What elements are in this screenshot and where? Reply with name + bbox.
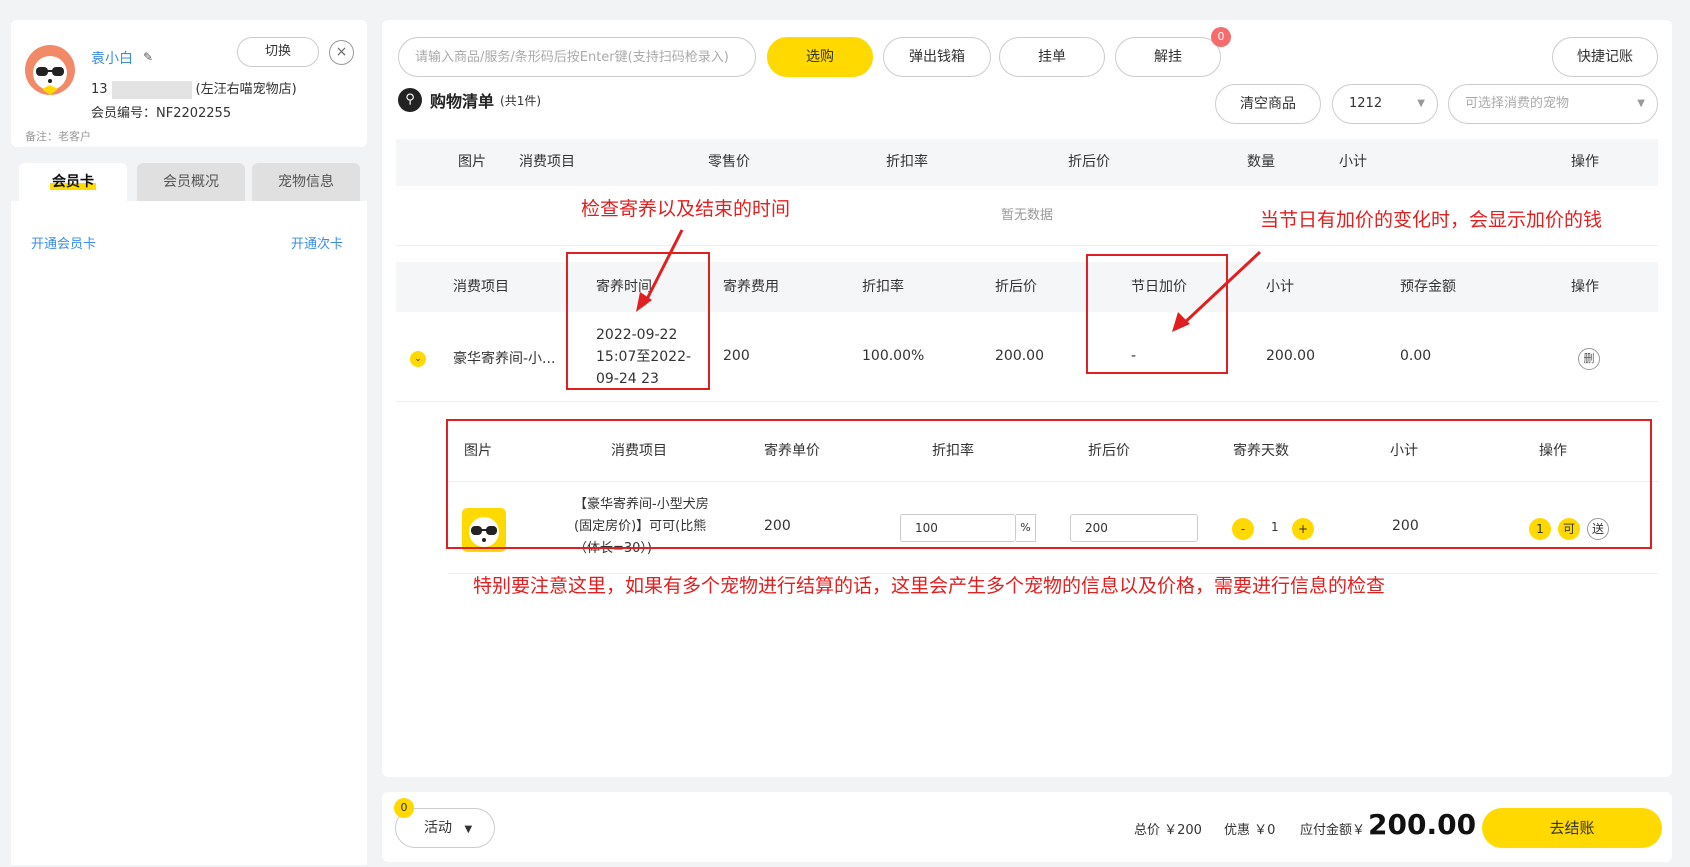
member-name[interactable]: 袁小白 (91, 48, 133, 68)
activity-count-badge: 0 (394, 798, 414, 818)
tab-label: 会员卡 (50, 174, 96, 190)
member-avatar (25, 45, 75, 95)
payable-label: 应付金额￥ (1300, 823, 1366, 838)
close-icon[interactable]: × (329, 40, 354, 65)
phone-mask (111, 80, 192, 99)
member-phone: 13 (左汪右喵宠物店) (91, 78, 297, 99)
member-card: 袁小白 ✎ 切换 × 13 (左汪右喵宠物店) 会员编号：NF2202255 备注… (11, 20, 367, 147)
caret-down-icon: ▼ (464, 824, 473, 835)
arrow-holiday (1180, 250, 1262, 327)
member-card-panel: 开通会员卡 开通次卡 (11, 201, 367, 865)
phone-prefix: 13 (91, 82, 108, 97)
open-times-card-link[interactable]: 开通次卡 (291, 233, 343, 252)
tab-pet-info[interactable]: 宠物信息 (252, 163, 360, 201)
activity-label: 活动 (424, 820, 452, 836)
checkout-bar: 活动 ▼ 0 总价 ￥200 优惠 ￥0 应付金额￥ 200.00 去结账 (382, 792, 1672, 862)
arrow-time (642, 229, 684, 306)
switch-member-button[interactable]: 切换 (237, 37, 319, 67)
annotation-arrows (636, 229, 1262, 332)
member-number: 会员编号：NF2202255 (91, 106, 232, 121)
member-store: (左汪右喵宠物店) (195, 82, 297, 97)
discount-amount: 优惠 ￥0 (1224, 823, 1276, 838)
arrowhead-holiday (1172, 312, 1190, 332)
open-member-card-link[interactable]: 开通会员卡 (31, 233, 96, 252)
checkout-button[interactable]: 去结账 (1482, 808, 1662, 848)
tab-member-overview[interactable]: 会员概况 (137, 163, 245, 201)
member-note: 备注：老客户 (25, 130, 91, 143)
member-tabs: 会员卡 会员概况 宠物信息 (19, 163, 360, 201)
edit-icon[interactable]: ✎ (143, 50, 153, 64)
payable-amount: 200.00 (1368, 808, 1477, 841)
total-price: 总价 ￥200 (1134, 823, 1202, 838)
tab-member-card[interactable]: 会员卡 (19, 163, 127, 201)
main-panel: 选购 弹出钱箱 挂单 解挂 0 快捷记账 ⚲ 购物清单 (共1件) 清空商品 1… (382, 20, 1672, 777)
